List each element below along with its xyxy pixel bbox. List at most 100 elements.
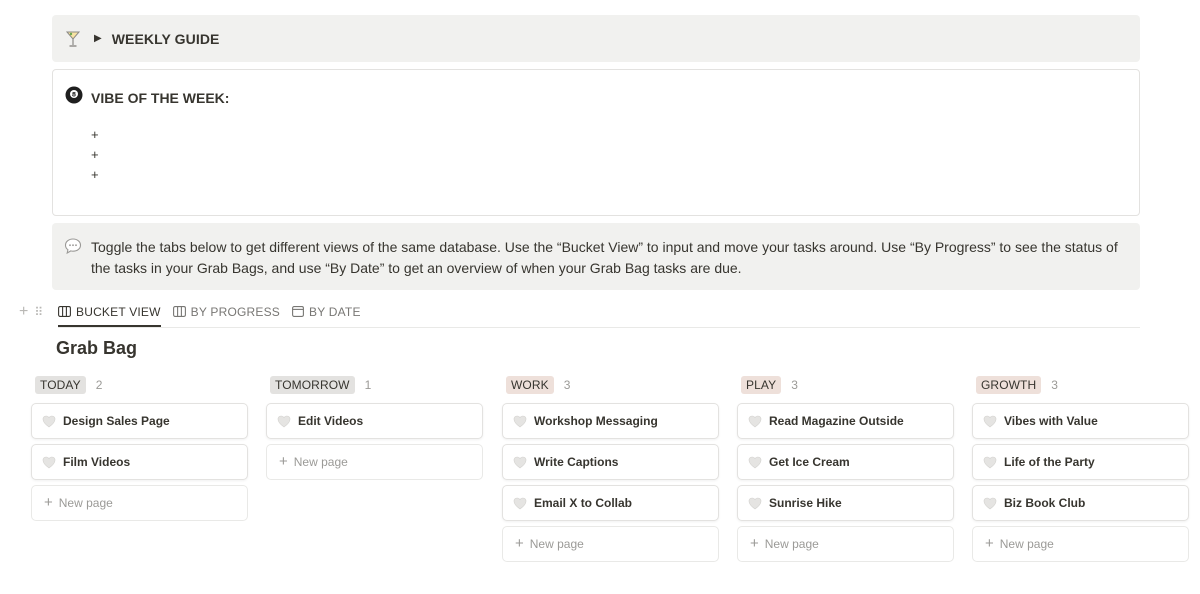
card-title: Workshop Messaging	[534, 414, 658, 428]
task-card[interactable]: Design Sales Page	[31, 403, 248, 439]
heart-icon	[42, 414, 56, 428]
board-icon	[58, 306, 71, 317]
task-card[interactable]: Edit Videos	[266, 403, 483, 439]
card-title: Sunrise Hike	[769, 496, 842, 510]
task-card[interactable]: Email X to Collab	[502, 485, 719, 521]
weekly-guide-toggle[interactable]: ▶ WEEKLY GUIDE	[52, 15, 1140, 62]
card-title: Design Sales Page	[63, 414, 170, 428]
column-count: 3	[1051, 378, 1058, 392]
column-tag: PLAY	[741, 376, 782, 394]
card-list: Edit Videos + New page	[266, 403, 483, 485]
vibe-of-the-week-block: 8 VIBE OF THE WEEK: + + +	[52, 69, 1140, 216]
task-card[interactable]: Get Ice Cream	[737, 444, 954, 480]
column-header[interactable]: TODAY 2	[35, 374, 248, 396]
column-header[interactable]: TOMORROW 1	[270, 374, 483, 396]
plus-icon: +	[985, 535, 994, 552]
column-count: 3	[791, 378, 798, 392]
new-page-label: New page	[58, 496, 113, 510]
heart-icon	[513, 414, 527, 428]
new-page-button[interactable]: + New page	[266, 444, 483, 480]
card-title: Life of the Party	[1004, 455, 1095, 469]
heart-icon	[983, 455, 997, 469]
task-card[interactable]: Workshop Messaging	[502, 403, 719, 439]
heart-icon	[513, 496, 527, 510]
card-list: Design Sales Page Film Videos + New page	[31, 403, 248, 526]
card-title: Vibes with Value	[1004, 414, 1098, 428]
calendar-icon	[292, 306, 304, 317]
drag-handle-icon[interactable]: ⠿	[34, 305, 43, 319]
column-count: 1	[364, 378, 372, 392]
task-card[interactable]: Film Videos	[31, 444, 248, 480]
card-title: Email X to Collab	[534, 496, 633, 510]
tab-label: BUCKET VIEW	[76, 304, 161, 319]
card-list: Vibes with Value Life of the Party Biz Boo…	[972, 403, 1189, 567]
8-ball-icon: 8	[65, 86, 83, 109]
heart-icon	[748, 414, 762, 428]
card-title: Biz Book Club	[1004, 496, 1086, 510]
block-handles: + ⠿	[19, 303, 43, 321]
task-card[interactable]: Sunrise Hike	[737, 485, 954, 521]
board-column: TOMORROW 1 Edit Videos + New page	[266, 374, 483, 480]
new-page-button[interactable]: + New page	[972, 526, 1189, 562]
column-tag: TOMORROW	[270, 376, 355, 394]
cocktail-icon	[64, 29, 82, 49]
column-header[interactable]: GROWTH 3	[976, 374, 1189, 396]
svg-text:8: 8	[72, 92, 76, 99]
plus-icon: +	[515, 535, 524, 552]
board-column: PLAY 3 Read Magazine Outside Get Ice Cream S…	[737, 374, 954, 562]
heart-icon	[277, 414, 291, 428]
plus-icon: +	[750, 535, 759, 552]
card-title: Write Captions	[534, 455, 619, 469]
card-list: Read Magazine Outside Get Ice Cream Sunris…	[737, 403, 954, 567]
board-column: WORK 3 Workshop Messaging Write Captions Ema…	[502, 374, 719, 562]
card-list: Workshop Messaging Write Captions Email X …	[502, 403, 719, 567]
heart-icon	[513, 455, 527, 469]
new-page-label: New page	[999, 537, 1054, 551]
new-page-button[interactable]: + New page	[502, 526, 719, 562]
new-page-label: New page	[764, 537, 819, 551]
column-tag: WORK	[506, 376, 554, 394]
vibe-item[interactable]: +	[91, 145, 99, 165]
task-card[interactable]: Read Magazine Outside	[737, 403, 954, 439]
tab-label: BY DATE	[309, 304, 361, 319]
tab-label: BY PROGRESS	[190, 304, 281, 319]
database-title[interactable]: Grab Bag	[56, 338, 137, 359]
toggle-triangle-icon[interactable]: ▶	[94, 33, 102, 44]
heart-icon	[42, 455, 56, 469]
column-header[interactable]: PLAY 3	[741, 374, 954, 396]
column-tag: GROWTH	[976, 376, 1042, 394]
vibe-list: + + +	[91, 125, 99, 185]
heart-icon	[983, 414, 997, 428]
new-page-label: New page	[529, 537, 584, 551]
new-page-button[interactable]: + New page	[737, 526, 954, 562]
add-block-icon[interactable]: +	[19, 303, 28, 321]
task-card[interactable]: Life of the Party	[972, 444, 1189, 480]
tab-by-progress[interactable]: BY PROGRESS	[172, 298, 281, 327]
plus-icon: +	[279, 453, 288, 470]
card-title: Edit Videos	[298, 414, 364, 428]
card-title: Film Videos	[63, 455, 131, 469]
task-card[interactable]: Vibes with Value	[972, 403, 1189, 439]
vibe-title: VIBE OF THE WEEK:	[91, 89, 230, 106]
instructions-callout: Toggle the tabs below to get different v…	[52, 223, 1140, 290]
card-title: Get Ice Cream	[769, 455, 850, 469]
column-header[interactable]: WORK 3	[506, 374, 719, 396]
tab-by-date[interactable]: BY DATE	[292, 298, 361, 327]
new-page-button[interactable]: + New page	[31, 485, 248, 521]
board-icon	[172, 306, 186, 317]
column-tag: TODAY	[35, 376, 86, 394]
heart-icon	[983, 496, 997, 510]
column-count: 3	[563, 378, 571, 392]
task-card[interactable]: Biz Book Club	[972, 485, 1189, 521]
new-page-label: New page	[293, 455, 348, 469]
vibe-item[interactable]: +	[91, 165, 99, 185]
tab-bucket-view[interactable]: BUCKET VIEW	[58, 298, 161, 327]
task-card[interactable]: Write Captions	[502, 444, 719, 480]
callout-text: Toggle the tabs below to get different v…	[91, 239, 1118, 276]
plus-icon: +	[44, 494, 53, 511]
weekly-guide-title: WEEKLY GUIDE	[111, 30, 220, 47]
board-column: TODAY 2 Design Sales Page Film Videos + New p…	[31, 374, 248, 521]
vibe-item[interactable]: +	[91, 125, 99, 145]
card-title: Read Magazine Outside	[769, 414, 904, 428]
view-tabs: BUCKET VIEW BY PROGRESS BY DATE	[58, 298, 1140, 328]
